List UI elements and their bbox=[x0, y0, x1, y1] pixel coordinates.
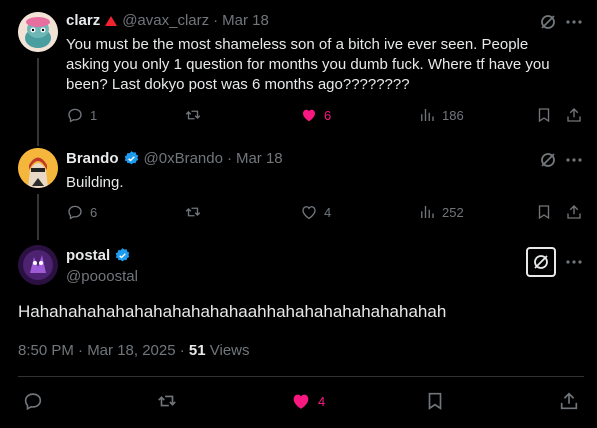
bookmark-icon bbox=[428, 392, 442, 410]
author-name[interactable]: Brando bbox=[66, 150, 119, 167]
author-handle[interactable]: @avax_clarz bbox=[122, 12, 209, 29]
heart-filled-icon bbox=[293, 394, 309, 409]
more-icon[interactable] bbox=[564, 252, 584, 272]
reply-icon bbox=[24, 393, 42, 411]
bookmark-button[interactable] bbox=[535, 203, 553, 221]
avatar[interactable] bbox=[18, 12, 58, 52]
retweet-button[interactable] bbox=[184, 106, 202, 124]
heart-filled-icon bbox=[303, 109, 315, 122]
grok-icon-highlighted[interactable] bbox=[526, 247, 556, 277]
avatar-image bbox=[18, 245, 58, 285]
like-button[interactable]: 6 bbox=[300, 106, 331, 124]
avatar[interactable] bbox=[18, 148, 58, 188]
more-icon[interactable] bbox=[564, 12, 584, 32]
views-count: 186 bbox=[442, 107, 464, 123]
like-count: 4 bbox=[318, 393, 326, 409]
tweet-meta: 8:50 PM · Mar 18, 2025 · 51 Views bbox=[18, 342, 250, 359]
separator-dot: · bbox=[226, 150, 232, 167]
bookmark-icon bbox=[538, 108, 550, 123]
bookmark-icon bbox=[538, 205, 550, 220]
main-actions: 4 bbox=[22, 390, 582, 414]
like-button[interactable]: 4 bbox=[290, 390, 325, 412]
reply-icon bbox=[68, 108, 82, 123]
views-icon bbox=[421, 109, 434, 121]
like-button[interactable]: 4 bbox=[300, 203, 331, 221]
share-icon bbox=[567, 108, 581, 122]
share-button[interactable] bbox=[565, 203, 583, 221]
warning-triangle-icon bbox=[105, 15, 118, 26]
author-handle[interactable]: @0xBrando bbox=[144, 150, 223, 167]
main-tweet-text: Hahahahahahahahahahahahaahhahahahahahaha… bbox=[18, 302, 447, 321]
avatar-image bbox=[18, 148, 58, 188]
bookmark-button[interactable] bbox=[424, 390, 446, 412]
author-handle[interactable]: @pooostal bbox=[66, 268, 138, 285]
tweet-date[interactable]: Mar 18 bbox=[222, 12, 269, 29]
retweet-icon bbox=[185, 207, 201, 217]
views-icon bbox=[421, 206, 434, 218]
views-button[interactable]: 186 bbox=[418, 106, 464, 124]
retweet-icon bbox=[185, 110, 201, 120]
retweet-icon bbox=[158, 395, 176, 407]
views-label: Views bbox=[205, 342, 250, 359]
thread-line bbox=[37, 58, 39, 146]
avatar[interactable] bbox=[18, 245, 58, 285]
like-count: 4 bbox=[324, 204, 332, 220]
more-icon[interactable] bbox=[564, 150, 584, 170]
separator-dot: · bbox=[213, 12, 219, 29]
bookmark-button[interactable] bbox=[535, 106, 553, 124]
retweet-button[interactable] bbox=[184, 203, 202, 221]
share-icon bbox=[560, 392, 578, 410]
author-name[interactable]: postal bbox=[66, 247, 110, 264]
views-button[interactable]: 252 bbox=[418, 203, 464, 221]
heart-icon bbox=[302, 206, 316, 220]
author-name[interactable]: clarz bbox=[66, 12, 100, 29]
verified-badge-icon bbox=[124, 151, 138, 165]
like-count: 6 bbox=[324, 107, 332, 123]
share-icon bbox=[567, 205, 581, 219]
tweet-header: Brando @0xBrando · Mar 18 bbox=[66, 150, 283, 167]
reply-count: 1 bbox=[90, 107, 98, 123]
tweet-date[interactable]: Mar 18 bbox=[236, 150, 283, 167]
views-count: 252 bbox=[442, 204, 464, 220]
reply-button[interactable]: 1 bbox=[66, 106, 97, 124]
tweet-header: postal bbox=[66, 247, 131, 264]
tweet-actions: 6 4 252 bbox=[66, 203, 586, 223]
grok-icon[interactable] bbox=[538, 12, 558, 32]
reply-button[interactable] bbox=[22, 390, 44, 412]
avatar-image bbox=[18, 12, 58, 52]
tweet-timestamp[interactable]: 8:50 PM · Mar 18, 2025 · bbox=[18, 342, 189, 359]
reply-button[interactable]: 6 bbox=[66, 203, 97, 221]
grok-icon[interactable] bbox=[538, 150, 558, 170]
share-button[interactable] bbox=[565, 106, 583, 124]
divider bbox=[18, 376, 584, 377]
tweet-text: Building. bbox=[66, 174, 124, 191]
views-count: 51 bbox=[188, 342, 206, 359]
reply-count: 6 bbox=[90, 204, 98, 220]
thread-line bbox=[37, 194, 39, 240]
tweet-header: clarz @avax_clarz · Mar 18 bbox=[66, 12, 269, 29]
retweet-button[interactable] bbox=[156, 390, 178, 412]
share-button[interactable] bbox=[558, 390, 580, 412]
tweet-text: You must be the most shameless son of a … bbox=[66, 36, 550, 93]
tweet-actions: 1 6 186 bbox=[66, 106, 586, 126]
verified-badge-icon bbox=[115, 248, 130, 262]
reply-icon bbox=[68, 205, 82, 220]
